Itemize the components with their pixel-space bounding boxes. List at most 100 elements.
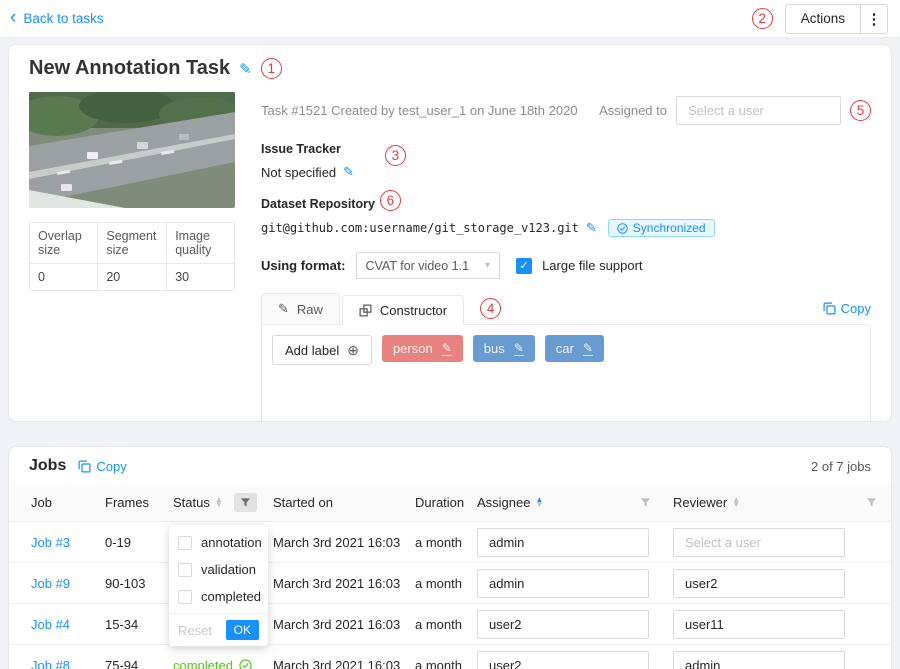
copy-icon: [78, 460, 91, 473]
issue-tracker-label: Issue Tracker: [261, 142, 341, 156]
status-sort-control[interactable]: ▲▼: [215, 498, 223, 508]
tab-raw[interactable]: ✎ Raw: [261, 293, 340, 324]
started-cell: March 3rd 2021 16:03: [265, 522, 407, 563]
actions-button-label: Actions: [786, 5, 860, 33]
page-title: New Annotation Task: [29, 57, 230, 80]
jobs-title: Jobs: [29, 457, 66, 475]
task-title-row: New Annotation Task ✎ 1: [29, 57, 871, 80]
chevron-down-icon: ▾: [485, 260, 490, 271]
back-chevron-icon: ‹: [10, 8, 16, 27]
copy-labels-link[interactable]: Copy: [823, 301, 871, 316]
annotation-marker-6: 6: [380, 190, 401, 211]
edit-repository-icon[interactable]: ✎: [586, 220, 597, 236]
reviewer-select[interactable]: user2: [673, 569, 845, 598]
jobs-table: Job Frames Status ▲▼ Started on Duration: [9, 484, 891, 669]
assignee-select[interactable]: user2: [477, 651, 649, 669]
checkbox-icon[interactable]: [178, 563, 192, 577]
param-header-overlap: Overlap size: [30, 223, 98, 264]
copy-jobs-label: Copy: [96, 459, 126, 474]
format-select[interactable]: CVAT for video 1.1 ▾: [356, 252, 501, 279]
annotation-marker-1: 1: [261, 58, 282, 79]
edit-label-icon[interactable]: ✎: [514, 341, 524, 356]
assigned-to-select[interactable]: Select a user: [676, 96, 841, 125]
table-row-job8: Job #8 75-94 completed March 3rd 2021 16…: [9, 645, 891, 669]
assignee-select[interactable]: admin: [477, 569, 649, 598]
task-right-column: Task #1521 Created by test_user_1 on Jun…: [261, 92, 871, 422]
issue-tracker-section: Issue Tracker 3 Not specified ✎: [261, 138, 871, 180]
sync-status-badge: Synchronized: [608, 219, 715, 237]
reviewer-select[interactable]: admin: [673, 651, 845, 669]
dataset-repository-section: Dataset Repository 6 git@github.com:user…: [261, 193, 871, 237]
back-to-tasks-link[interactable]: ‹ Back to tasks: [10, 10, 104, 27]
column-header-assignee: Assignee ▲▼: [469, 484, 665, 522]
duration-cell: a month: [407, 604, 469, 645]
param-value-overlap: 0: [30, 264, 98, 291]
large-file-checkbox[interactable]: ✓: [516, 258, 532, 274]
assignee-sort-control[interactable]: ▲▼: [535, 498, 543, 508]
pencil-icon: ✎: [278, 301, 289, 317]
edit-issue-tracker-icon[interactable]: ✎: [343, 164, 354, 180]
reviewer-select[interactable]: Select a user: [673, 528, 845, 557]
label-tag-bus[interactable]: bus ✎: [473, 335, 535, 362]
assigned-to-label: Assigned to: [599, 103, 667, 118]
assignee-select[interactable]: user2: [477, 610, 649, 639]
started-cell: March 3rd 2021 16:03: [265, 645, 407, 669]
param-value-segment: 20: [98, 264, 167, 291]
job-link[interactable]: Job #4: [31, 617, 70, 632]
tab-raw-label: Raw: [297, 302, 323, 317]
column-header-status: Status ▲▼: [165, 484, 265, 522]
annotation-marker-4: 4: [480, 298, 501, 319]
reviewer-sort-control[interactable]: ▲▼: [732, 498, 740, 508]
label-tag-person[interactable]: person ✎: [382, 335, 463, 362]
edit-title-icon[interactable]: ✎: [239, 60, 252, 78]
jobs-header: Jobs Copy 2 of 7 jobs: [9, 457, 891, 484]
job-link[interactable]: Job #9: [31, 576, 70, 591]
checkbox-icon[interactable]: [178, 536, 192, 550]
dataset-repository-label: Dataset Repository: [261, 197, 375, 211]
duration-cell: a month: [407, 563, 469, 604]
frames-cell: 90-103: [97, 563, 165, 604]
column-header-job: Job: [9, 484, 97, 522]
task-body: Overlap size Segment size Image quality …: [29, 92, 871, 422]
table-row-job4: Job #4 15-34 March 3rd 2021 16:03 a mont…: [9, 604, 891, 645]
status-filter-icon[interactable]: [234, 493, 257, 512]
format-select-value: CVAT for video 1.1: [366, 259, 470, 273]
job-link[interactable]: Job #3: [31, 535, 70, 550]
reviewer-select[interactable]: user11: [673, 610, 845, 639]
copy-labels-label: Copy: [841, 301, 871, 316]
filter-option-annotation[interactable]: annotation: [169, 529, 268, 556]
checkbox-icon[interactable]: [178, 590, 192, 604]
labels-constructor-panel: Add label ⊕ person ✎ bus ✎ car ✎: [261, 324, 871, 422]
assignee-select[interactable]: admin: [477, 528, 649, 557]
filter-ok-button[interactable]: OK: [226, 620, 259, 640]
filter-footer: Reset OK: [169, 613, 268, 646]
sync-check-icon: [617, 223, 628, 234]
started-cell: March 3rd 2021 16:03: [265, 604, 407, 645]
column-header-frames: Frames: [97, 484, 165, 522]
copy-jobs-link[interactable]: Copy: [78, 459, 126, 474]
task-left-column: Overlap size Segment size Image quality …: [29, 92, 235, 422]
jobs-table-header-row: Job Frames Status ▲▼ Started on Duration: [9, 484, 891, 522]
column-header-reviewer: Reviewer ▲▼: [665, 484, 891, 522]
filter-reset-button[interactable]: Reset: [178, 623, 212, 638]
top-bar: ‹ Back to tasks 2 Actions ⋮: [0, 0, 900, 38]
more-vertical-icon[interactable]: ⋮: [861, 5, 887, 33]
actions-button[interactable]: Actions ⋮: [785, 4, 888, 34]
edit-label-icon[interactable]: ✎: [583, 341, 593, 356]
labels-tabs-row: ✎ Raw Constructor 4 Copy: [261, 293, 871, 324]
filter-option-validation[interactable]: validation: [169, 556, 268, 583]
task-meta-row: Task #1521 Created by test_user_1 on Jun…: [261, 92, 871, 125]
reviewer-filter-icon[interactable]: [860, 493, 883, 512]
add-label-button[interactable]: Add label ⊕: [272, 335, 372, 365]
job-link[interactable]: Job #8: [31, 658, 70, 669]
edit-label-icon[interactable]: ✎: [442, 341, 452, 356]
assignee-filter-icon[interactable]: [634, 493, 657, 512]
frames-cell: 15-34: [97, 604, 165, 645]
tab-constructor[interactable]: Constructor: [342, 295, 464, 325]
issue-tracker-value: Not specified: [261, 165, 336, 180]
duration-cell: a month: [407, 645, 469, 669]
status-cell: completed: [165, 645, 265, 669]
dataset-repository-url: git@github.com:username/git_storage_v123…: [261, 221, 579, 235]
label-tag-car[interactable]: car ✎: [545, 335, 604, 362]
filter-option-completed[interactable]: completed: [169, 583, 268, 610]
